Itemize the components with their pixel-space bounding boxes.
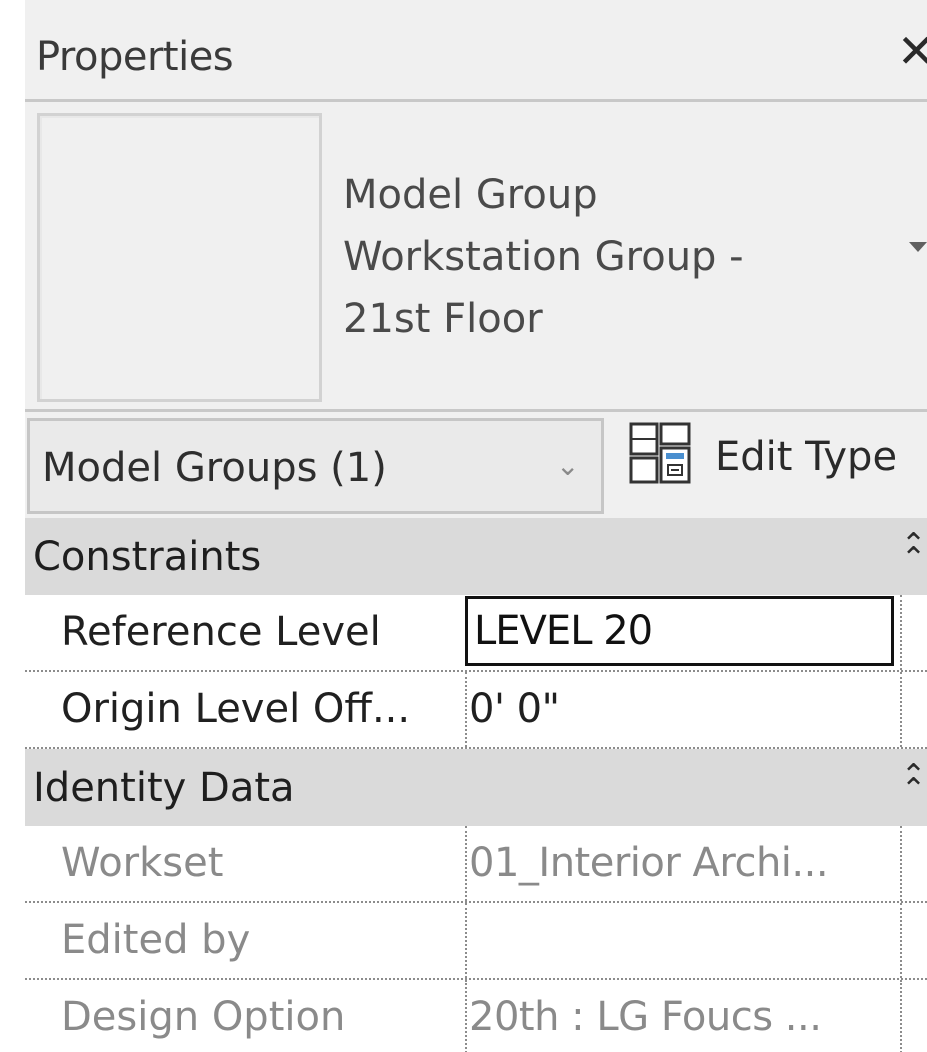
double-chevron-up-icon[interactable]: ⌃ ⌃: [901, 530, 926, 574]
property-name: Origin Level Off...: [61, 686, 411, 732]
edit-type-icon[interactable]: [628, 421, 692, 485]
category-filter-value: Model Groups (1): [42, 445, 387, 491]
property-row-edited-by: Edited by: [25, 903, 927, 980]
type-selector[interactable]: Model Group Workstation Group - 21st Flo…: [25, 99, 927, 412]
group-header-identity-data[interactable]: Identity Data ⌃ ⌃: [25, 749, 927, 826]
grid-line: [900, 672, 902, 747]
double-chevron-up-icon[interactable]: ⌃ ⌃: [901, 761, 926, 805]
panel-title: Properties: [36, 34, 234, 80]
type-name-line: 21st Floor: [343, 296, 543, 342]
design-option-value: 20th : LG Foucs ...: [469, 994, 822, 1040]
category-filter-dropdown[interactable]: Model Groups (1) ⌄: [27, 418, 604, 514]
properties-title-bar[interactable]: Properties ✕: [25, 0, 927, 99]
edit-type-button[interactable]: Edit Type: [715, 434, 897, 480]
grid-line: [465, 672, 467, 747]
grid-line: [465, 826, 467, 901]
property-grid: Constraints ⌃⌃ Reference Level Origin Le…: [25, 518, 927, 1052]
grid-line: [900, 595, 902, 670]
workset-value: 01_Interior Archi...: [469, 840, 829, 886]
grid-line: [465, 903, 467, 978]
origin-level-offset-value[interactable]: 0' 0": [469, 686, 560, 732]
properties-panel: Properties ✕ Model Group Workstation Gro…: [0, 0, 927, 1052]
property-row-design-option: Design Option 20th : LG Foucs ...: [25, 980, 927, 1052]
type-family: Model Group: [343, 172, 598, 218]
group-label: Constraints: [33, 534, 262, 580]
group-header-constraints[interactable]: Constraints ⌃ ⌃: [25, 518, 927, 595]
property-name: Workset: [61, 840, 224, 886]
property-name: Design Option: [61, 994, 346, 1040]
group-label: Identity Data: [33, 765, 295, 811]
chevron-down-icon: ⌄: [556, 449, 580, 482]
property-name: Reference Level: [61, 609, 381, 655]
type-name-line: Workstation Group -: [343, 234, 744, 280]
grid-line: [900, 903, 902, 978]
filter-toolbar: Model Groups (1) ⌄ Edit Type: [25, 409, 927, 518]
reference-level-input[interactable]: [465, 596, 894, 666]
grid-line: [465, 980, 467, 1052]
property-row-reference-level: Reference Level: [25, 595, 927, 672]
property-name: Edited by: [61, 917, 251, 963]
grid-line: [900, 826, 902, 901]
property-row-origin-level-offset: Origin Level Off... 0' 0": [25, 672, 927, 749]
type-name: Model Group Workstation Group - 21st Flo…: [343, 164, 744, 350]
type-preview-image: [37, 113, 322, 402]
dropdown-arrow-icon[interactable]: [909, 242, 927, 252]
property-row-workset: Workset 01_Interior Archi...: [25, 826, 927, 903]
close-icon[interactable]: ✕: [897, 28, 927, 74]
grid-line: [900, 980, 902, 1052]
